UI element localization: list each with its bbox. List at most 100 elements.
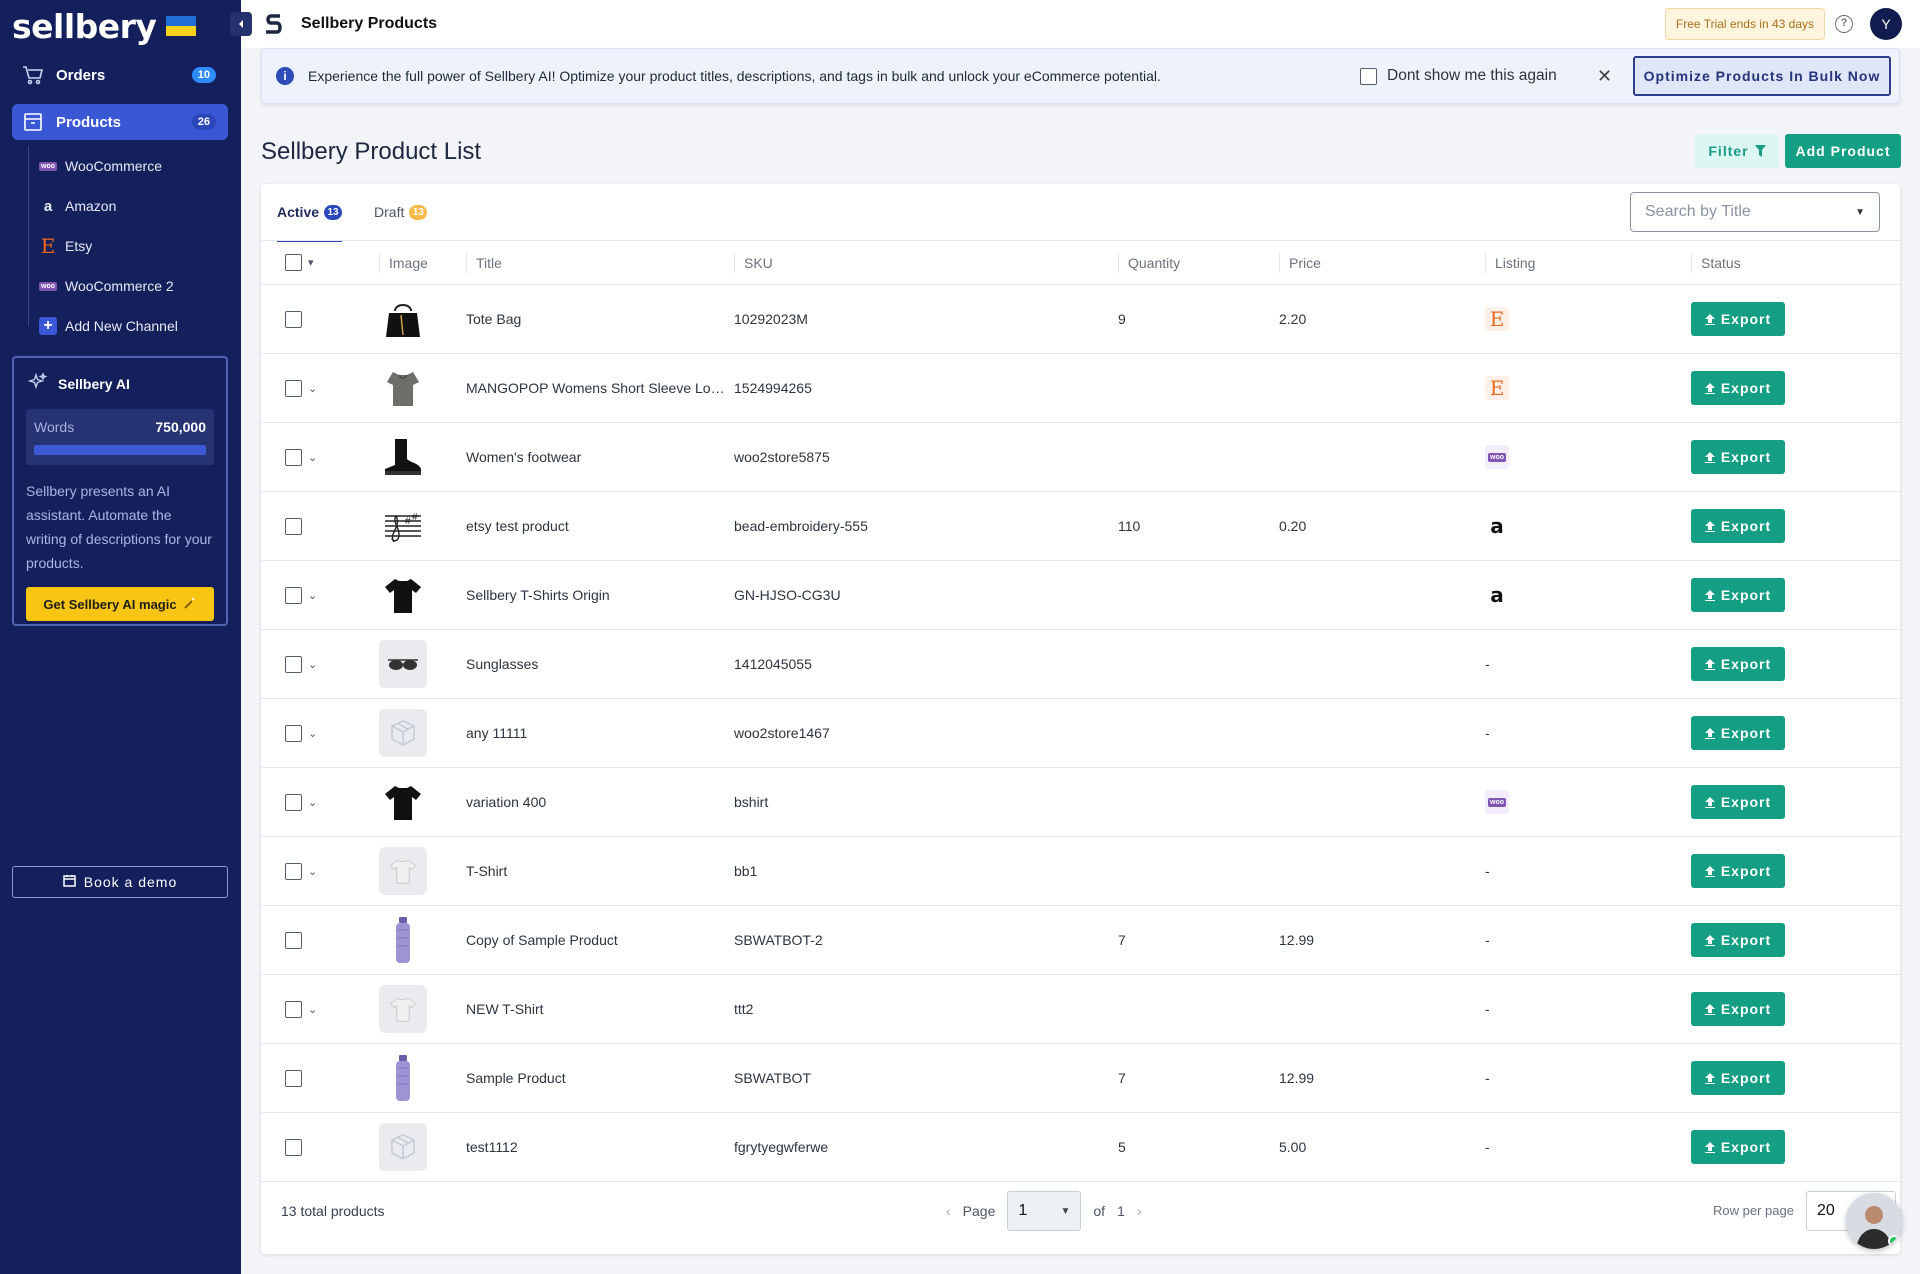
product-title[interactable]: etsy test product: [466, 518, 728, 534]
product-title[interactable]: Sample Product: [466, 1070, 728, 1086]
export-button[interactable]: Export: [1691, 440, 1785, 474]
bag-icon[interactable]: [379, 295, 427, 343]
product-title[interactable]: Copy of Sample Product: [466, 932, 728, 948]
table-row[interactable]: ⌄ Sellbery T-Shirts Origin GN-HJSO-CG3U a Ex…: [261, 560, 1900, 630]
table-row[interactable]: Copy of Sample Product SBWATBOT-2 7 12.99 - E…: [261, 905, 1900, 975]
row-checkbox[interactable]: [285, 862, 302, 880]
chevron-down-icon[interactable]: ⌄: [308, 865, 317, 878]
tshirt-black-icon[interactable]: [379, 778, 427, 826]
row-checkbox[interactable]: [285, 310, 302, 328]
row-checkbox[interactable]: [285, 793, 302, 811]
etsy-icon[interactable]: E: [1485, 307, 1509, 331]
logo[interactable]: sellbery: [12, 6, 197, 46]
export-button[interactable]: Export: [1691, 509, 1785, 543]
export-button[interactable]: Export: [1691, 1061, 1785, 1095]
book-demo-button[interactable]: Book a demo: [12, 866, 228, 898]
boot-icon[interactable]: [379, 433, 427, 481]
support-chat-avatar[interactable]: [1846, 1193, 1902, 1249]
export-button[interactable]: Export: [1691, 302, 1785, 336]
help-icon[interactable]: ?: [1835, 15, 1853, 33]
bottle-icon[interactable]: [379, 916, 427, 964]
product-title[interactable]: Sellbery T-Shirts Origin: [466, 587, 728, 603]
row-checkbox[interactable]: [285, 586, 302, 604]
top-icon[interactable]: [379, 364, 427, 412]
checkbox[interactable]: [1360, 67, 1377, 85]
optimize-bulk-button[interactable]: Optimize Products In Bulk Now: [1633, 56, 1891, 96]
chevron-down-icon[interactable]: ⌄: [308, 727, 317, 740]
table-row[interactable]: test1112 fgrytyegwferwe 5 5.00 - Export: [261, 1112, 1900, 1182]
product-title[interactable]: any 11111: [466, 725, 728, 741]
chevron-down-icon[interactable]: ⌄: [308, 796, 317, 809]
product-title[interactable]: T-Shirt: [466, 863, 728, 879]
placeholder-icon[interactable]: [379, 1123, 427, 1171]
export-button[interactable]: Export: [1691, 716, 1785, 750]
music-icon[interactable]: # #: [379, 502, 427, 550]
add-channel-button[interactable]: + Add New Channel: [29, 306, 228, 346]
product-title[interactable]: NEW T-Shirt: [466, 1001, 728, 1017]
product-title[interactable]: Sunglasses: [466, 656, 728, 672]
chevron-down-icon[interactable]: ⌄: [308, 451, 317, 464]
chevron-down-icon[interactable]: ⌄: [308, 382, 317, 395]
close-icon[interactable]: ✕: [1597, 66, 1612, 87]
tab-draft[interactable]: Draft 13: [374, 184, 428, 240]
tshirt-grey-icon[interactable]: [379, 847, 427, 895]
product-title[interactable]: variation 400: [466, 794, 728, 810]
table-row[interactable]: ⌄ T-Shirt bb1 - Export: [261, 836, 1900, 906]
product-title[interactable]: Women's footwear: [466, 449, 728, 465]
export-button[interactable]: Export: [1691, 578, 1785, 612]
row-checkbox[interactable]: [285, 517, 302, 535]
search-select[interactable]: Search by Title ▼: [1630, 192, 1880, 232]
product-title[interactable]: Tote Bag: [466, 311, 728, 327]
avatar[interactable]: Y: [1870, 8, 1902, 40]
chevron-down-icon[interactable]: ⌄: [308, 1003, 317, 1016]
sidebar-item-woocommerce-2[interactable]: woo WooCommerce 2: [29, 266, 228, 306]
table-row[interactable]: Tote Bag 10292023M 9 2.20 E Export: [261, 284, 1900, 354]
next-page-icon[interactable]: ›: [1137, 1203, 1142, 1219]
product-title[interactable]: test1112: [466, 1139, 728, 1155]
dont-show-again-checkbox[interactable]: Dont show me this again: [1360, 67, 1557, 85]
amazon-icon[interactable]: a: [1485, 514, 1509, 538]
row-checkbox[interactable]: [285, 1069, 302, 1087]
export-button[interactable]: Export: [1691, 371, 1785, 405]
row-checkbox[interactable]: [285, 1138, 302, 1156]
export-button[interactable]: Export: [1691, 923, 1785, 957]
filter-button[interactable]: Filter: [1695, 134, 1779, 168]
sidebar-item-orders[interactable]: Orders 10: [12, 57, 228, 93]
row-checkbox[interactable]: [285, 724, 302, 742]
sidebar-item-woocommerce[interactable]: woo WooCommerce: [29, 146, 228, 186]
amazon-icon[interactable]: a: [1485, 583, 1509, 607]
select-all-checkbox[interactable]: [285, 254, 302, 271]
export-button[interactable]: Export: [1691, 992, 1785, 1026]
table-row[interactable]: ⌄ NEW T-Shirt ttt2 - Export: [261, 974, 1900, 1044]
tshirt-black-icon[interactable]: [379, 571, 427, 619]
caret-down-icon[interactable]: ▾: [308, 256, 314, 269]
sidebar-item-products[interactable]: Products 26: [12, 104, 228, 140]
prev-page-icon[interactable]: ‹: [946, 1203, 951, 1219]
woo-icon[interactable]: woo: [1485, 445, 1509, 469]
export-button[interactable]: Export: [1691, 785, 1785, 819]
table-row[interactable]: ⌄ any 11111 woo2store1467 - Export: [261, 698, 1900, 768]
add-product-button[interactable]: Add Product: [1785, 134, 1901, 168]
chevron-down-icon[interactable]: ⌄: [308, 658, 317, 671]
export-button[interactable]: Export: [1691, 854, 1785, 888]
product-title[interactable]: MANGOPOP Womens Short Sleeve Lon...: [466, 380, 728, 396]
row-checkbox[interactable]: [285, 655, 302, 673]
tshirt-grey-icon[interactable]: [379, 985, 427, 1033]
row-checkbox[interactable]: [285, 931, 302, 949]
bottle-icon[interactable]: [379, 1054, 427, 1102]
row-checkbox[interactable]: [285, 379, 302, 397]
row-checkbox[interactable]: [285, 448, 302, 466]
woo-icon[interactable]: woo: [1485, 790, 1509, 814]
etsy-icon[interactable]: E: [1485, 376, 1509, 400]
sunglasses-icon[interactable]: [379, 640, 427, 688]
collapse-sidebar-button[interactable]: [230, 12, 252, 36]
table-row[interactable]: ⌄ Sunglasses 1412045055 - Export: [261, 629, 1900, 699]
trial-badge[interactable]: Free Trial ends in 43 days: [1664, 8, 1825, 40]
table-row[interactable]: ⌄ Women's footwear woo2store5875 woo Export: [261, 422, 1900, 492]
sidebar-item-etsy[interactable]: E Etsy: [29, 226, 228, 266]
table-row[interactable]: ⌄ MANGOPOP Womens Short Sleeve Lon... 1524…: [261, 353, 1900, 423]
export-button[interactable]: Export: [1691, 647, 1785, 681]
tab-active[interactable]: Active 13: [277, 184, 343, 242]
placeholder-icon[interactable]: [379, 709, 427, 757]
chevron-down-icon[interactable]: ⌄: [308, 589, 317, 602]
